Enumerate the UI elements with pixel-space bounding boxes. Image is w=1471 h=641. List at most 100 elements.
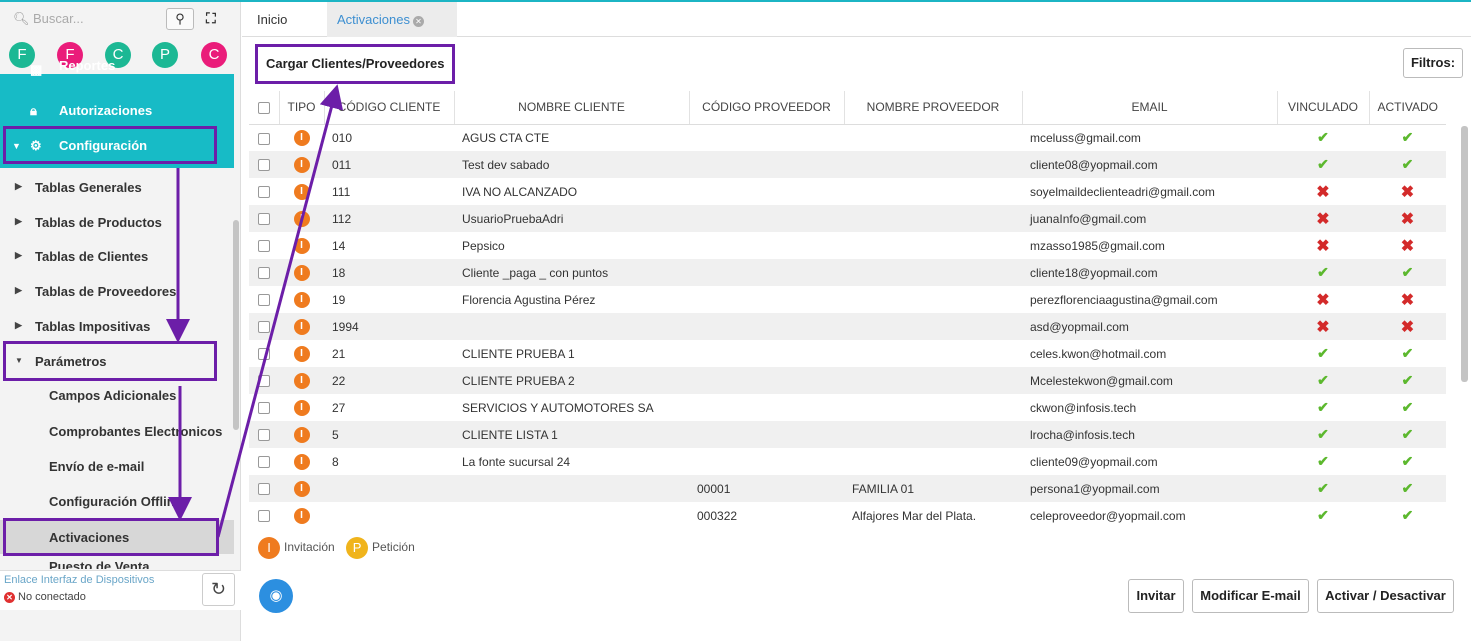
tab-activaciones[interactable]: Activaciones ✕ <box>327 2 457 37</box>
sidebar-item-tablas-generales[interactable]: ▶ Tablas Generales <box>0 170 234 204</box>
supplier-name-cell <box>844 151 1022 178</box>
device-interface-link[interactable]: Enlace Interfaz de Dispositivos <box>4 574 154 586</box>
linked-cell: ✔ <box>1277 394 1369 421</box>
sidebar-subitem-campos-adicionales[interactable]: Campos Adicionales <box>0 378 234 412</box>
sidebar-item-label: Envío de e-mail <box>49 459 145 474</box>
sidebar-subitem-config-offline[interactable]: Configuración Offline <box>0 484 234 518</box>
column-header[interactable]: NOMBRE PROVEEDOR <box>844 91 1023 125</box>
table-row[interactable]: I 14 Pepsico mzasso1985@gmail.com ✖ ✖ <box>249 232 1446 259</box>
row-checkbox[interactable] <box>258 429 270 442</box>
client-code-cell: 111 <box>332 184 351 199</box>
table-row[interactable]: I 112 UsuarioPruebaAdri juanaInfo@gmail.com… <box>249 205 1446 232</box>
row-checkbox[interactable] <box>258 159 270 172</box>
row-checkbox[interactable] <box>258 240 270 253</box>
row-checkbox[interactable] <box>258 348 270 361</box>
client-code-cell: 8 <box>332 454 339 469</box>
activate-deactivate-button[interactable]: Activar / Desactivar <box>1317 579 1454 613</box>
sidebar-scrollbar[interactable] <box>233 220 239 430</box>
column-header[interactable]: CÓDIGO PROVEEDOR <box>689 91 845 125</box>
check-icon: ✔ <box>1401 426 1414 442</box>
close-icon[interactable]: ✕ <box>412 16 424 27</box>
refresh-icon[interactable]: ↻ <box>202 573 235 606</box>
column-header[interactable]: CÓDIGO CLIENTE <box>324 91 455 125</box>
activations-table: TIPO CÓDIGO CLIENTE NOMBRE CLIENTE CÓDIG… <box>249 91 1446 529</box>
row-checkbox[interactable] <box>258 375 270 388</box>
sidebar-item-reportes[interactable]: ▩ Reportes <box>0 60 234 80</box>
table-row[interactable]: I 8 La fonte sucursal 24 cliente09@yopmail.… <box>249 448 1446 475</box>
search-button[interactable]: ⚲ <box>166 8 194 30</box>
table-row[interactable]: I 00001 FAMILIA 01 persona1@yopmail.com ✔ ✔ <box>249 475 1446 502</box>
supplier-code-cell <box>689 421 844 448</box>
sidebar-item-label: Comprobantes Electronicos <box>49 424 223 439</box>
sidebar-item-label: Autorizaciones <box>59 103 153 118</box>
row-checkbox[interactable] <box>258 294 270 307</box>
row-checkbox[interactable] <box>258 267 270 280</box>
table-row[interactable]: I 111 IVA NO ALCANZADO soyelmaildeclientead… <box>249 178 1446 205</box>
sidebar-item-label: Puesto de Venta <box>49 559 150 569</box>
fullscreen-icon[interactable]: ⛶ <box>206 10 216 27</box>
type-cell: I <box>279 421 324 448</box>
linked-cell: ✔ <box>1277 421 1369 448</box>
table-row[interactable]: I 27 SERVICIOS Y AUTOMOTORES SA ckwon@infos… <box>249 394 1446 421</box>
row-checkbox[interactable] <box>258 402 270 415</box>
filters-button[interactable]: Filtros: <box>1403 48 1463 78</box>
type-cell: I <box>279 394 324 421</box>
row-checkbox[interactable] <box>258 132 270 145</box>
linked-cell: ✔ <box>1277 448 1369 475</box>
sidebar-item-tablas-clientes[interactable]: ▶ Tablas de Clientes <box>0 239 234 273</box>
sidebar-item-autorizaciones[interactable]: 🔒︎ Autorizaciones <box>0 94 234 128</box>
check-icon: ✔ <box>1401 372 1414 388</box>
eye-icon[interactable]: ◉ <box>259 579 293 613</box>
linked-cell: ✔ <box>1277 124 1369 151</box>
cross-icon: ✖ <box>1316 210 1330 228</box>
check-icon: ✔ <box>1317 399 1329 415</box>
sidebar-item-tablas-proveedores[interactable]: ▶ Tablas de Proveedores <box>0 274 234 308</box>
column-header[interactable]: EMAIL <box>1022 91 1278 125</box>
select-all-checkbox[interactable] <box>257 102 270 115</box>
table-row[interactable]: I 21 CLIENTE PRUEBA 1 celes.kwon@hotmail.co… <box>249 340 1446 367</box>
row-checkbox[interactable] <box>258 321 270 334</box>
row-checkbox[interactable] <box>258 456 270 469</box>
invitation-badge-icon: I <box>293 481 310 497</box>
check-icon: ✔ <box>1401 345 1414 361</box>
row-checkbox[interactable] <box>258 510 270 523</box>
check-icon: ✔ <box>1317 507 1329 523</box>
table-row[interactable]: I 010 AGUS CTA CTE mceluss@gmail.com ✔ ✔ <box>249 124 1446 151</box>
table-scrollbar[interactable] <box>1461 126 1468 382</box>
cross-icon: ✖ <box>1316 183 1330 201</box>
table-row[interactable]: I 5 CLIENTE LISTA 1 lrocha@infosis.tech ✔ ✔ <box>249 421 1446 448</box>
row-checkbox[interactable] <box>258 213 270 226</box>
sidebar-item-tablas-impositivas[interactable]: ▶ Tablas Impositivas <box>0 309 234 343</box>
row-select-cell <box>249 367 279 394</box>
table-row[interactable]: I 19 Florencia Agustina Pérez perezflorenci… <box>249 286 1446 313</box>
sidebar-item-tablas-productos[interactable]: ▶ Tablas de Productos <box>0 205 234 239</box>
email-cell: cliente18@yopmail.com <box>1030 265 1158 280</box>
column-header[interactable]: ACTIVADO <box>1369 91 1446 125</box>
column-header[interactable]: NOMBRE CLIENTE <box>454 91 690 125</box>
sidebar-subitem-comprobantes[interactable]: Comprobantes Electronicos <box>0 414 234 448</box>
caret-right-icon: ▶ <box>15 285 22 295</box>
sidebar-item-label: Reportes <box>59 60 116 73</box>
supplier-code-cell <box>689 394 844 421</box>
invite-button[interactable]: Invitar <box>1128 579 1184 613</box>
row-checkbox[interactable] <box>258 186 270 199</box>
table-row[interactable]: I 22 CLIENTE PRUEBA 2 Mcelestekwon@gmail.co… <box>249 367 1446 394</box>
search-input[interactable]: Buscar... <box>33 11 84 26</box>
column-header[interactable]: TIPO <box>279 91 325 125</box>
sidebar-subitem-envio-email[interactable]: Envío de e-mail <box>0 449 234 483</box>
type-cell: I <box>279 340 324 367</box>
column-header[interactable]: VINCULADO <box>1277 91 1370 125</box>
modify-email-button[interactable]: Modificar E-mail <box>1192 579 1309 613</box>
sidebar-subitem-puesto-venta[interactable]: Puesto de Venta <box>0 555 234 569</box>
app-root: 🔍︎ Buscar... ⚲ ⛶ FFCPC ▩ Reportes 🔒︎ Aut… <box>0 0 1471 641</box>
invitation-badge-icon: I <box>293 265 310 281</box>
row-checkbox[interactable] <box>258 483 270 496</box>
table-row[interactable]: I 18 Cliente _paga _ con puntos cliente18@y… <box>249 259 1446 286</box>
table-row[interactable]: I 011 Test dev sabado cliente08@yopmail.com… <box>249 151 1446 178</box>
tab-inicio[interactable]: Inicio <box>257 2 287 37</box>
sidebar-item-label: Tablas Impositivas <box>35 319 151 334</box>
table-row[interactable]: I 000322 Alfajores Mar del Plata. celeprove… <box>249 502 1446 529</box>
invitation-badge-icon: I <box>293 130 310 147</box>
table-row[interactable]: I 1994 asd@yopmail.com ✖ ✖ <box>249 313 1446 340</box>
invitation-badge-icon: I <box>293 184 310 200</box>
